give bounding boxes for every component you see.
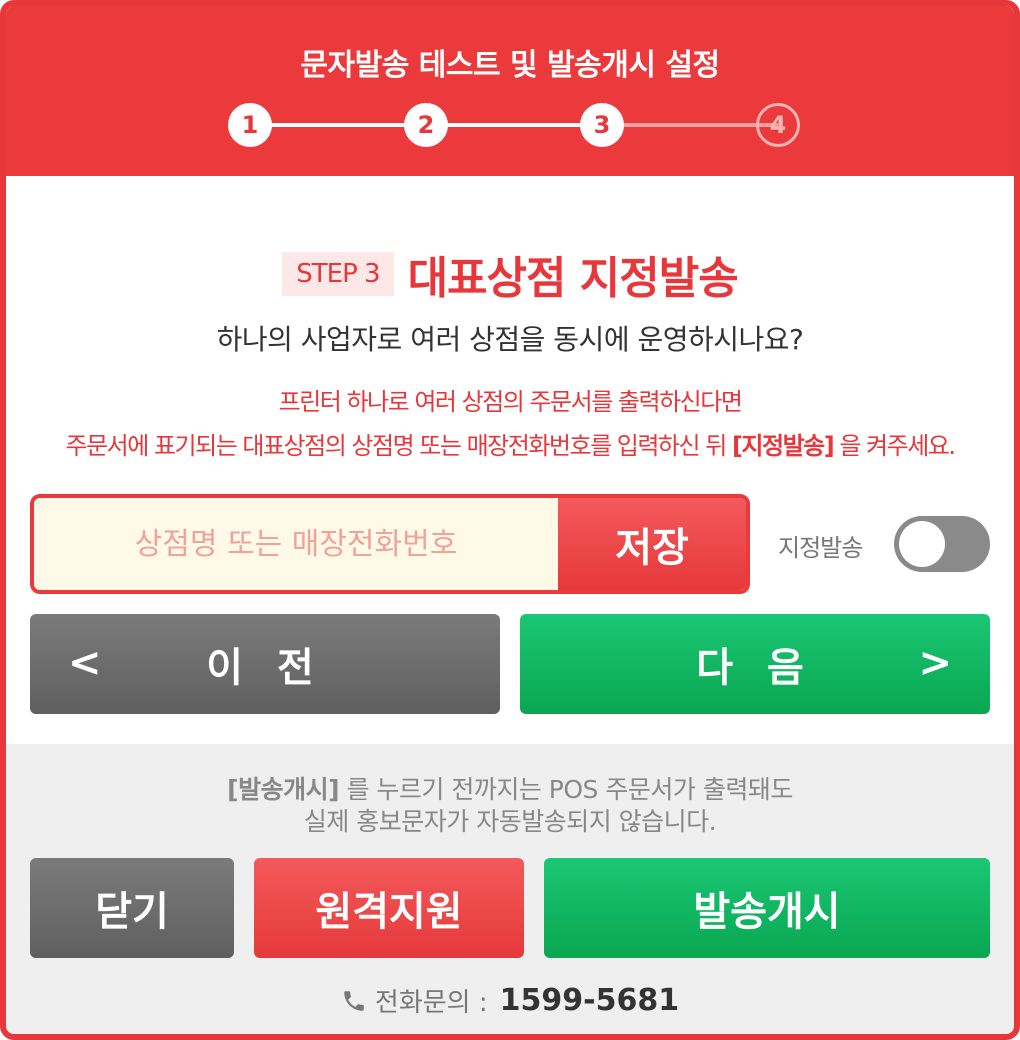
dialog: 문자발송 테스트 및 발송개시 설정 1 2 3 4 STEP 3 대표상점 지… [0,0,1020,1040]
contact-label: 전화문의 : [374,988,488,1018]
step-2: 2 [404,103,448,147]
step-heading: STEP 3 대표상점 지정발송 [6,244,1014,304]
designated-send-label: 지정발송 [778,534,863,562]
notice-line-2-suffix: 을 켜주세요. [833,432,956,460]
next-button[interactable]: 다 음 > [520,614,990,714]
notice-highlight: [지정발송] [731,432,835,460]
store-input-group: 저장 [30,494,750,594]
phone-icon [344,990,364,1011]
store-name-or-phone-input[interactable] [34,498,558,590]
question-text: 하나의 사업자로 여러 상점을 동시에 운영하시나요? [216,323,804,356]
step-connector-2-3 [426,123,602,127]
prev-button-label: 이 전 [206,645,324,691]
prev-button[interactable]: < 이 전 [30,614,500,714]
footer-note-line-2: 실제 홍보문자가 자동발송되지 않습니다. [303,807,717,836]
step-title: 대표상점 지정발송 [407,253,739,304]
chevron-right-icon: > [918,640,952,686]
notice-line-2: 주문서에 표기되는 대표상점의 상점명 또는 매장전화번호를 입력하신 뒤 [지… [6,424,1014,468]
footer: [발송개시] 를 누르기 전까지는 POS 주문서가 출력돼도 실제 홍보문자가… [6,744,1014,1034]
step-connector-3-4 [602,123,778,127]
footer-note-line-1-text: 를 누르기 전까지는 POS 주문서가 출력돼도 [339,775,793,804]
contact-number: 1599-5681 [499,983,680,1018]
next-button-label: 다 음 [696,645,814,691]
remote-support-button[interactable]: 원격지원 [254,858,524,958]
notice-line-1: 프린터 하나로 여러 상점의 주문서를 출력하신다면 [278,388,743,416]
dialog-header: 문자발송 테스트 및 발송개시 설정 1 2 3 4 [6,6,1014,176]
toggle-knob [899,521,945,567]
dialog-title: 문자발송 테스트 및 발송개시 설정 [300,48,720,83]
step-1: 1 [228,103,272,147]
notice-line-2-prefix: 주문서에 표기되는 대표상점의 상점명 또는 매장전화번호를 입력하신 뒤 [65,432,732,460]
step-3: 3 [580,103,624,147]
step-badge: STEP 3 [282,252,394,296]
footer-note-line-1: [발송개시] 를 누르기 전까지는 POS 주문서가 출력돼도 [6,774,1014,806]
designated-send-toggle[interactable] [894,516,990,572]
step-connector-1-2 [250,123,426,127]
contact-info: 전화문의 : 1599-5681 [6,982,1014,1019]
footer-note-highlight: [발송개시] [227,775,340,804]
chevron-left-icon: < [68,640,102,686]
step-indicator: 1 2 3 4 [6,103,1014,147]
start-sending-button[interactable]: 발송개시 [544,858,990,958]
footer-note: [발송개시] 를 누르기 전까지는 POS 주문서가 출력돼도 실제 홍보문자가… [6,774,1014,838]
notice-text: 프린터 하나로 여러 상점의 주문서를 출력하신다면 주문서에 표기되는 대표상… [6,380,1014,468]
close-button[interactable]: 닫기 [30,858,234,958]
save-button[interactable]: 저장 [558,498,746,590]
step-4: 4 [756,103,800,147]
